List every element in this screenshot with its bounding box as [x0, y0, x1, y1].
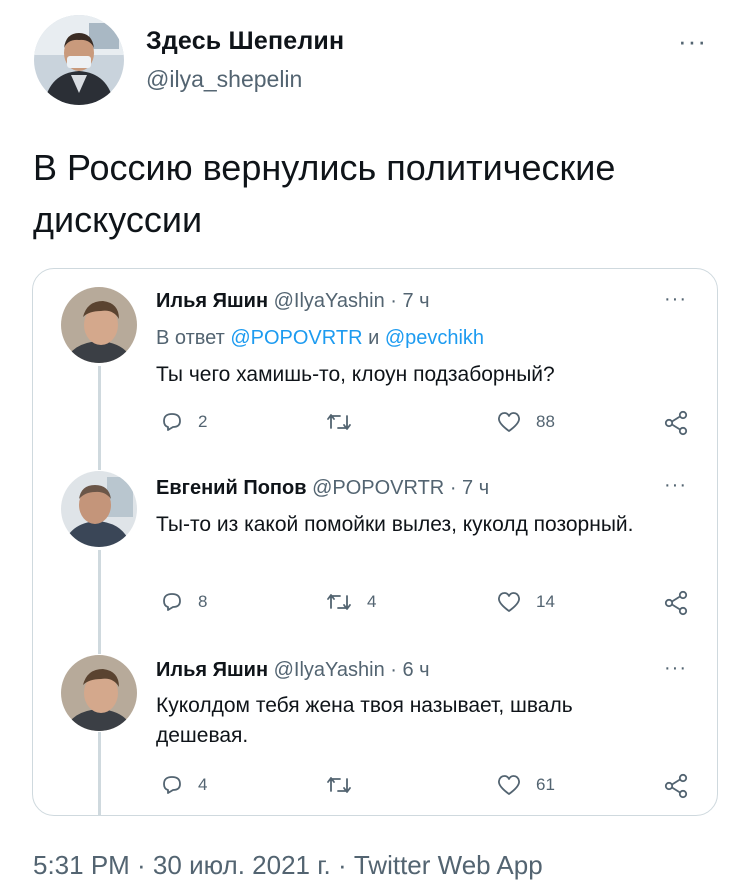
reply-button[interactable]: 4 — [160, 773, 207, 797]
mention-link[interactable]: @POPOVRTR — [230, 327, 362, 349]
tweet-text: В Россию вернулись политические дискусси… — [33, 147, 616, 240]
author-avatar[interactable] — [34, 15, 124, 105]
reply-button[interactable]: 2 — [160, 410, 207, 434]
like-button[interactable]: 61 — [496, 773, 555, 797]
like-icon — [498, 775, 520, 795]
like-count: 14 — [536, 592, 555, 611]
more-icon[interactable]: ··· — [678, 26, 707, 57]
like-button[interactable]: 14 — [496, 590, 555, 614]
reply-to-joiner: и — [368, 327, 380, 349]
reply-handle[interactable]: @IlyaYashin — [274, 659, 385, 681]
share-button[interactable] — [663, 773, 689, 799]
reply-icon — [163, 413, 181, 431]
more-icon[interactable]: ··· — [664, 657, 687, 680]
like-count: 88 — [536, 412, 555, 431]
author-name[interactable]: Здесь Шепелин — [146, 27, 344, 56]
reply-count: 8 — [198, 592, 208, 611]
reply-avatar[interactable] — [61, 655, 137, 731]
reply-text: Ты чего хамишь-то, клоун подзаборный? — [156, 363, 555, 386]
retweet-button[interactable] — [325, 773, 367, 797]
reply-handle[interactable]: @IlyaYashin — [274, 290, 385, 312]
share-button[interactable] — [663, 410, 689, 436]
like-count: 61 — [536, 775, 555, 794]
reply-time[interactable]: · 7 ч — [450, 477, 489, 499]
reply-handle[interactable]: @POPOVRTR — [312, 477, 444, 499]
reply-author[interactable]: Илья Яшин @IlyaYashin · 6 ч — [156, 659, 430, 682]
reply-time[interactable]: · 6 ч — [390, 659, 429, 681]
tweet-timestamp[interactable]: 5:31 PM · 30 июл. 2021 г. · Twitter Web … — [33, 850, 543, 881]
thread-connector — [98, 366, 101, 470]
retweet-icon — [327, 594, 351, 610]
like-button[interactable]: 88 — [496, 410, 555, 434]
more-icon[interactable]: ··· — [664, 288, 687, 311]
reply-author-name[interactable]: Евгений Попов — [156, 477, 307, 499]
reply-avatar[interactable] — [61, 471, 137, 547]
reply-avatar[interactable] — [61, 287, 137, 363]
reply-icon — [163, 593, 181, 611]
share-icon — [664, 773, 688, 799]
reply-text: Куколдом тебя жена твоя называет, шваль … — [156, 694, 573, 747]
reply-count: 4 — [198, 775, 208, 794]
author-handle[interactable]: @ilya_shepelin — [146, 66, 302, 93]
reply-author-name[interactable]: Илья Яшин — [156, 290, 268, 312]
reply-text: Ты-то из какой помойки вылез, куколд поз… — [156, 513, 634, 536]
retweet-icon — [327, 414, 351, 430]
reply-to-line: В ответ @POPOVRTR и @pevchikh — [156, 327, 484, 350]
retweet-button[interactable] — [325, 410, 367, 434]
mention-link[interactable]: @pevchikh — [385, 327, 484, 349]
thread-connector — [98, 550, 101, 654]
more-icon[interactable]: ··· — [664, 474, 687, 497]
reply-button[interactable]: 8 — [160, 590, 207, 614]
reply-author[interactable]: Евгений Попов @POPOVRTR · 7 ч — [156, 477, 489, 500]
retweet-count: 4 — [367, 592, 377, 611]
reply-time[interactable]: · 7 ч — [390, 290, 429, 312]
like-icon — [498, 592, 520, 612]
retweet-button[interactable]: 4 — [325, 590, 376, 614]
share-icon — [664, 590, 688, 616]
share-button[interactable] — [663, 590, 689, 616]
reply-author[interactable]: Илья Яшин @IlyaYashin · 7 ч — [156, 290, 430, 313]
share-icon — [664, 410, 688, 436]
thread-connector — [98, 732, 101, 816]
reply-count: 2 — [198, 412, 208, 431]
like-icon — [498, 412, 520, 432]
reply-icon — [163, 776, 181, 794]
reply-to-prefix: В ответ — [156, 327, 225, 349]
retweet-icon — [327, 777, 351, 793]
reply-author-name[interactable]: Илья Яшин — [156, 659, 268, 681]
